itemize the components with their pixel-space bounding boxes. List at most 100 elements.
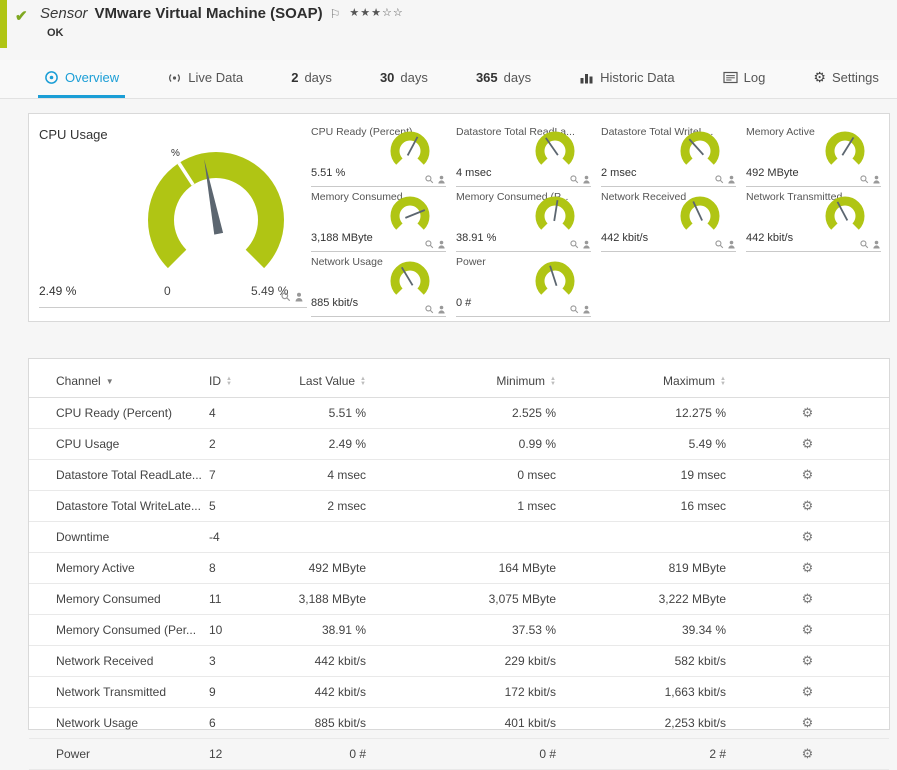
tab-365-days[interactable]: 365 days (470, 60, 537, 98)
channel-minimum: 37.53 % (366, 614, 556, 646)
mini-gauge[interactable] (821, 129, 869, 169)
ok-check-icon: ✔ (15, 8, 28, 25)
tab-30-days[interactable]: 30 days (374, 60, 434, 98)
channel-row[interactable]: Network Transmitted 9 442 kbit/s 172 kbi… (29, 676, 889, 708)
channel-settings-icon[interactable]: ⚙ (802, 436, 814, 451)
person-icon[interactable] (582, 240, 591, 249)
mini-gauge[interactable] (386, 129, 434, 169)
channel-settings-icon[interactable]: ⚙ (802, 684, 814, 699)
channel-settings-icon[interactable]: ⚙ (802, 560, 814, 575)
col-header-id[interactable]: ID ▲ ▼ (209, 359, 251, 398)
channel-row[interactable]: CPU Usage 2 2.49 % 0.99 % 5.49 % ⚙ (29, 428, 889, 460)
mini-gauge[interactable] (531, 129, 579, 169)
channel-row[interactable]: Memory Active 8 492 MByte 164 MByte 819 … (29, 552, 889, 584)
mini-gauge[interactable] (531, 194, 579, 234)
tab-overview[interactable]: Overview (38, 60, 126, 98)
channel-row[interactable]: Datastore Total WriteLate... 5 2 msec 1 … (29, 490, 889, 522)
channel-name[interactable]: CPU Ready (Percent) (29, 397, 209, 429)
channel-settings-icon[interactable]: ⚙ (802, 622, 814, 637)
person-icon[interactable] (437, 175, 446, 184)
tab-log-label: Log (743, 70, 766, 85)
channel-name[interactable]: Memory Active (29, 552, 209, 584)
mini-gauge[interactable] (386, 194, 434, 234)
person-icon[interactable] (872, 175, 881, 184)
sort-down-icon[interactable]: ▼ (106, 377, 114, 386)
sensor-title: VMware Virtual Machine (SOAP) (94, 5, 323, 22)
channel-name[interactable]: Datastore Total ReadLate... (29, 459, 209, 491)
channel-name[interactable]: Network Received (29, 645, 209, 677)
channel-row[interactable]: Memory Consumed 11 3,188 MByte 3,075 MBy… (29, 583, 889, 615)
flag-icon[interactable]: ⚐ (330, 7, 341, 21)
channel-last-value: 2.49 % (251, 428, 366, 460)
magnifier-icon[interactable] (715, 175, 724, 184)
col-header-maximum[interactable]: Maximum ▲ ▼ (556, 359, 726, 398)
channel-name[interactable]: Memory Consumed (29, 583, 209, 615)
mini-gauge[interactable] (386, 259, 434, 299)
channel-name[interactable]: Memory Consumed (Per... (29, 614, 209, 646)
sort-icons[interactable]: ▲ ▼ (720, 376, 726, 387)
channel-row[interactable]: Power 12 0 # 0 # 2 # ⚙ (29, 738, 889, 770)
mini-gauge[interactable] (531, 259, 579, 299)
person-icon[interactable] (727, 175, 736, 184)
person-icon[interactable] (437, 305, 446, 314)
person-icon[interactable] (727, 240, 736, 249)
priority-stars[interactable]: ★★★☆☆ (349, 7, 403, 19)
col-header-channel[interactable]: Channel ▼ (29, 359, 209, 398)
magnifier-icon[interactable] (425, 175, 434, 184)
live-data-icon (169, 73, 181, 82)
person-icon[interactable] (437, 240, 446, 249)
magnifier-icon[interactable] (860, 240, 869, 249)
channel-settings-icon[interactable]: ⚙ (802, 591, 814, 606)
channel-settings-icon[interactable]: ⚙ (802, 529, 814, 544)
tab-settings[interactable]: ⚙ Settings (807, 60, 885, 98)
tab-2-days[interactable]: 2 days (285, 60, 338, 98)
magnifier-icon[interactable] (425, 240, 434, 249)
magnifier-icon[interactable] (860, 175, 869, 184)
channel-settings-icon[interactable]: ⚙ (802, 746, 814, 761)
channel-name[interactable]: Downtime (29, 521, 209, 553)
mini-gauge[interactable] (676, 129, 724, 169)
magnifier-icon[interactable] (570, 305, 579, 314)
historic-data-icon (580, 73, 593, 83)
channel-name[interactable]: Datastore Total WriteLate... (29, 490, 209, 522)
mini-gauge[interactable] (821, 194, 869, 234)
person-icon[interactable] (294, 292, 304, 302)
col-header-minimum[interactable]: Minimum ▲ ▼ (366, 359, 556, 398)
tab-live-data[interactable]: Live Data (161, 60, 249, 98)
channel-name[interactable]: Power (29, 738, 209, 770)
channel-row[interactable]: Network Usage 6 885 kbit/s 401 kbit/s 2,… (29, 707, 889, 739)
channel-name[interactable]: Network Usage (29, 707, 209, 739)
magnifier-icon[interactable] (425, 305, 434, 314)
channel-row[interactable]: CPU Ready (Percent) 4 5.51 % 2.525 % 12.… (29, 397, 889, 429)
channel-settings-icon[interactable]: ⚙ (802, 653, 814, 668)
sort-icons[interactable]: ▲ ▼ (226, 376, 232, 387)
main-gauge-value: 2.49 % (39, 284, 77, 298)
channel-minimum: 401 kbit/s (366, 707, 556, 739)
cpu-usage-gauge[interactable]: % (131, 142, 301, 282)
channel-row[interactable]: Downtime -4 ⚙ (29, 521, 889, 553)
channel-row[interactable]: Memory Consumed (Per... 10 38.91 % 37.53… (29, 614, 889, 646)
channel-name[interactable]: Network Transmitted (29, 676, 209, 708)
tab-historic-data[interactable]: Historic Data (573, 60, 680, 98)
channel-id: 3 (209, 645, 251, 677)
channel-row[interactable]: Network Received 3 442 kbit/s 229 kbit/s… (29, 645, 889, 677)
person-icon[interactable] (582, 305, 591, 314)
mini-gauge[interactable] (676, 194, 724, 234)
person-icon[interactable] (582, 175, 591, 184)
channel-settings-icon[interactable]: ⚙ (802, 467, 814, 482)
channel-row[interactable]: Datastore Total ReadLate... 7 4 msec 0 m… (29, 459, 889, 491)
magnifier-icon[interactable] (281, 292, 291, 302)
sort-icons[interactable]: ▲ ▼ (360, 376, 366, 387)
channel-name[interactable]: CPU Usage (29, 428, 209, 460)
magnifier-icon[interactable] (570, 240, 579, 249)
tab-log[interactable]: Log (717, 60, 772, 98)
channel-settings-icon[interactable]: ⚙ (802, 498, 814, 513)
channel-settings-icon[interactable]: ⚙ (802, 405, 814, 420)
channel-minimum: 2.525 % (366, 397, 556, 429)
magnifier-icon[interactable] (570, 175, 579, 184)
channel-settings-icon[interactable]: ⚙ (802, 715, 814, 730)
col-header-last-value[interactable]: Last Value ▲ ▼ (251, 359, 366, 398)
sort-icons[interactable]: ▲ ▼ (550, 376, 556, 387)
person-icon[interactable] (872, 240, 881, 249)
magnifier-icon[interactable] (715, 240, 724, 249)
